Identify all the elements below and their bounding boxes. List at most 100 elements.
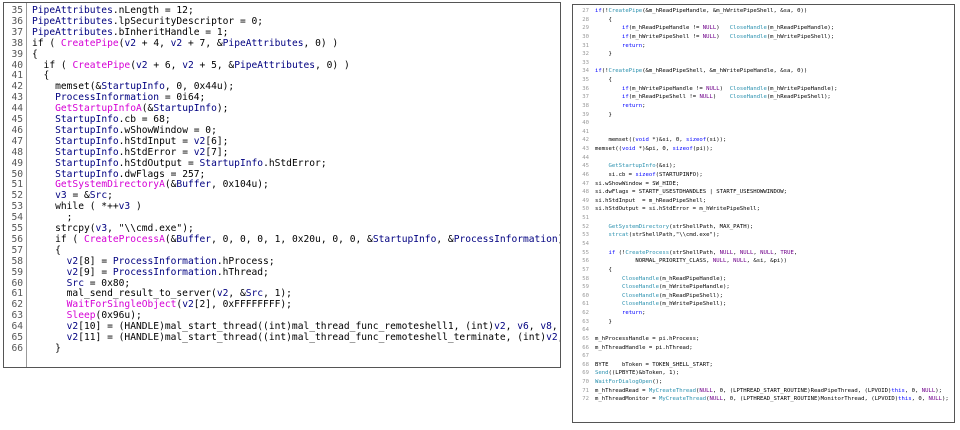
code-token: , 0,: [911, 396, 929, 403]
code-text: if ( CreatePipe(v2 + 6, v2 + 5, &PipeAtt…: [32, 60, 350, 71]
decompiled-code-line: 66 }: [4, 343, 560, 354]
line-number: 36: [11, 15, 23, 27]
code-token: }: [595, 111, 612, 118]
line-number: 54: [582, 241, 589, 247]
source-code-line: 40: [573, 119, 954, 128]
decompiled-code-line: 38 if ( CreatePipe(v2 + 4, v2 + 7, &PipeA…: [4, 38, 560, 49]
code-token: }: [595, 318, 612, 325]
code-token: StartupInfo: [55, 124, 119, 136]
code-token: , 0x104u);: [211, 179, 269, 191]
code-text: }: [32, 343, 61, 354]
code-text: si.dwFlags = STARTF_USESTDHANDLES | STAR…: [595, 188, 787, 197]
line-number: 39: [11, 48, 23, 60]
code-token: , 0, (LPTHREAD_START_ROUTINE)ReadPipeThr…: [712, 387, 892, 394]
line-number: 33: [582, 59, 589, 66]
code-token: , 0, 0x44u);: [164, 81, 235, 93]
code-token: m_hThreadHandle = pi.hThread;: [595, 344, 693, 351]
source-code-line: 53 strcat(strShellPath,"\\cmd.exe");: [573, 231, 954, 240]
code-token: CloseHandle: [729, 25, 767, 32]
code-token: );: [216, 103, 229, 115]
code-text: while ( *++v3 ): [32, 201, 142, 212]
line-number: 59: [11, 266, 23, 278]
code-token: CloseHandle: [621, 301, 659, 308]
code-token: StartupInfo: [55, 168, 119, 180]
code-token: .hStdInput =: [118, 135, 194, 147]
line-number: 46: [582, 171, 589, 178]
code-token: (&: [164, 179, 177, 191]
code-text: v2[10] = (HANDLE)mal_start_thread((int)m…: [32, 321, 560, 333]
code-token: si.wShowWindow = SW_HIDE;: [595, 180, 680, 187]
code-token: ProcessInformation: [112, 255, 217, 267]
code-token: CreatePipe: [608, 8, 643, 14]
code-token: this: [891, 387, 905, 394]
code-token: v2: [182, 59, 194, 71]
code-token: if: [621, 25, 629, 32]
line-number: 31: [582, 42, 589, 49]
code-token: v2: [66, 321, 79, 333]
code-text: Send((LPBYTE)&bToken, 1);: [595, 369, 679, 378]
source-code-line: 43 memset((void *)&pi, 0, sizeof(pi));: [573, 145, 954, 154]
source-code-line: 36 if(m_hWritePipeHandle != NULL) CloseH…: [573, 85, 954, 94]
code-text: m_hThreadRead = MyCreateThread(NULL, 0, …: [595, 387, 942, 396]
code-token: v3: [118, 201, 131, 213]
code-token: memset((: [595, 146, 622, 153]
code-token: .hThread;: [216, 266, 269, 278]
code-token: (si));: [706, 137, 727, 144]
code-text: memset((void *)&si, 0, sizeof(si));: [595, 136, 726, 145]
line-number: 55: [582, 249, 589, 256]
code-token: *)&pi, 0,: [635, 146, 673, 153]
code-text: PipeAttributes.nLength = 12;: [32, 5, 194, 16]
source-code-line: 70 WaitForDialogOpen();: [573, 378, 954, 387]
code-token: , 0,: [904, 387, 922, 394]
code-token: v8: [540, 321, 552, 333]
decompiled-code-line: 52 v3 = &Src;: [4, 190, 560, 201]
code-token: Send: [595, 370, 609, 377]
code-token: v2: [216, 288, 229, 300]
line-number: 53: [582, 232, 589, 239]
line-number: 52: [11, 190, 23, 202]
line-number: 30: [582, 33, 589, 40]
code-token: ): [719, 85, 730, 92]
code-token: strcat: [608, 232, 629, 239]
code-token: CloseHandle: [621, 275, 659, 282]
code-token: [8] =: [78, 255, 113, 267]
line-number: 72: [582, 396, 589, 403]
code-token: if: [595, 8, 602, 14]
code-token: ;: [642, 310, 646, 317]
line-number: 59: [582, 284, 589, 291]
code-token: if (: [32, 59, 73, 71]
decompiled-code-line: 37 PipeAttributes.bInheritHandle = 1;: [4, 27, 560, 38]
code-text: StartupInfo.hStdInput = v2[6];: [32, 136, 228, 147]
code-token: ,: [528, 321, 541, 333]
code-token: {: [595, 266, 612, 273]
source-code-line: 42 memset((void *)&si, 0, sizeof(si));: [573, 136, 954, 145]
line-number: 43: [11, 92, 23, 104]
code-text: {: [32, 49, 38, 60]
line-number: 41: [11, 70, 23, 82]
code-token: CloseHandle: [729, 33, 767, 40]
code-token: , &: [228, 288, 246, 300]
decompiled-code-line: 60 Src = 0x80;: [4, 278, 560, 289]
code-text: {: [595, 16, 611, 25]
source-code-line: 59 CloseHandle(m_hWritePipeHandle);: [573, 283, 954, 292]
code-token: {: [595, 77, 612, 84]
source-code-line: 66 m_hThreadHandle = pi.hThread;: [573, 344, 954, 353]
line-number: 50: [582, 206, 589, 213]
line-number: 42: [11, 81, 23, 93]
decompiled-code-line: 41 {: [4, 70, 560, 81]
line-number: 40: [11, 59, 23, 71]
code-token: (strShellPath,"\\cmd.exe");: [628, 232, 720, 239]
code-text: v2[9] = ProcessInformation.hThread;: [32, 267, 269, 278]
code-text: StartupInfo.cb = 68;: [32, 114, 171, 125]
line-number: 49: [11, 157, 23, 169]
code-text: si.cb = sizeof(STARTUPINFO);: [595, 171, 702, 180]
source-code-line: 56 NORMAL_PRIORITY_CLASS, NULL, NULL, &s…: [573, 257, 954, 266]
code-text: memset(&StartupInfo, 0, 0x44u);: [32, 81, 234, 92]
code-token: = &: [66, 190, 90, 202]
code-token: .hStdOutput =: [118, 157, 200, 169]
line-number: 38: [582, 102, 589, 109]
